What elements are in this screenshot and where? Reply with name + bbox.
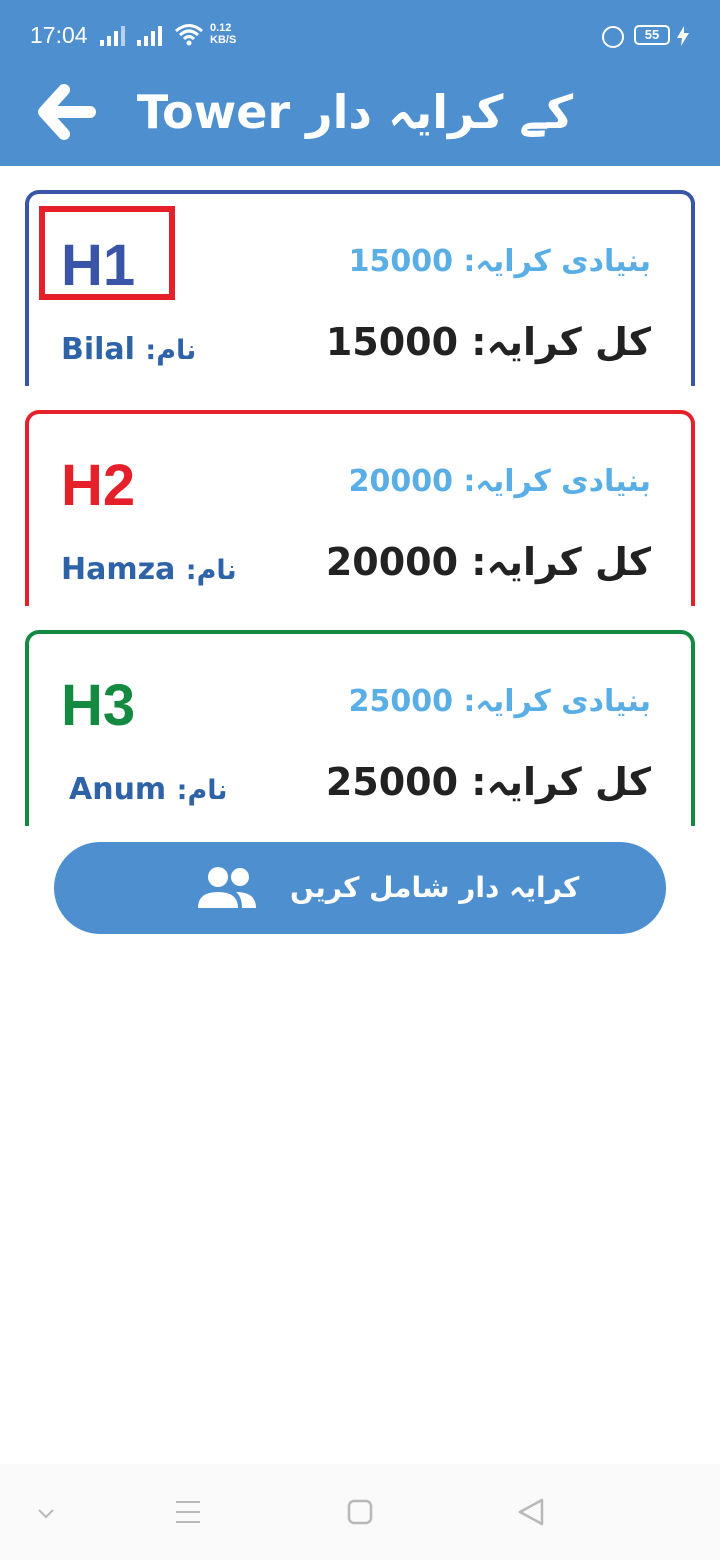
system-nav-bar — [0, 1464, 720, 1560]
people-icon — [198, 867, 256, 908]
name-label: نام: — [176, 775, 228, 806]
signal-icon — [137, 24, 163, 46]
name-label: نام: — [185, 555, 237, 586]
page-title: Tower کے کرایہ دار — [136, 85, 574, 139]
battery-icon: 55 — [634, 25, 670, 45]
unit-code: H3 — [61, 673, 136, 738]
signal-icon — [100, 24, 126, 46]
name-value: Bilal — [61, 332, 135, 367]
status-bar: 17:04 0.12 KB/S 55 — [0, 0, 720, 72]
menu-icon[interactable] — [168, 1494, 208, 1530]
back-arrow-icon[interactable] — [36, 80, 100, 144]
unit-code: H2 — [61, 453, 136, 518]
base-rent-label: بنیادی کرایہ: — [463, 244, 651, 279]
total-rent-label: کل کرایہ: — [471, 760, 651, 804]
notification-icon — [602, 26, 624, 48]
tenant-name: نام: Anum — [69, 772, 228, 807]
base-rent: بنیادی کرایہ: 25000 — [349, 684, 651, 719]
base-rent-value: 20000 — [348, 464, 453, 499]
total-rent: کل کرایہ: 20000 — [326, 540, 651, 584]
total-rent-value: 15000 — [325, 320, 459, 364]
total-rent-label: کل کرایہ: — [471, 540, 651, 584]
highlight-box — [39, 206, 175, 300]
app-bar: 17:04 0.12 KB/S 55 Tower کے کرایہ دار — [0, 0, 720, 166]
net-speed-value: 0.12 — [210, 22, 232, 34]
chevron-down-icon[interactable] — [26, 1494, 66, 1530]
tenant-name: نام: Bilal — [61, 332, 196, 367]
name-value: Anum — [69, 772, 167, 807]
base-rent-value: 25000 — [348, 684, 453, 719]
base-rent-value: 15000 — [348, 244, 453, 279]
name-label: نام: — [145, 335, 197, 366]
base-rent: بنیادی کرایہ: 20000 — [349, 464, 651, 499]
tenant-card-h2[interactable]: H2 بنیادی کرایہ: 20000 کل کرایہ: 20000 ن… — [25, 410, 695, 606]
home-square-icon[interactable] — [340, 1494, 380, 1530]
total-rent-value: 25000 — [325, 760, 459, 804]
back-triangle-icon[interactable] — [512, 1494, 552, 1530]
clock: 17:04 — [30, 22, 88, 48]
base-rent-label: بنیادی کرایہ: — [463, 464, 651, 499]
add-tenant-button[interactable]: کرایہ دار شامل کریں — [54, 842, 666, 934]
total-rent-value: 20000 — [325, 540, 459, 584]
tenant-name: نام: Hamza — [61, 552, 237, 587]
base-rent: بنیادی کرایہ: 15000 — [349, 244, 651, 279]
total-rent: کل کرایہ: 15000 — [326, 320, 651, 364]
total-rent-label: کل کرایہ: — [471, 320, 651, 364]
charging-icon — [677, 26, 689, 46]
net-speed-unit: KB/S — [210, 34, 237, 46]
net-speed: 0.12 KB/S — [210, 22, 236, 46]
tenant-card-h3[interactable]: H3 بنیادی کرایہ: 25000 کل کرایہ: 25000 ن… — [25, 630, 695, 826]
add-tenant-label: کرایہ دار شامل کریں — [290, 871, 580, 904]
total-rent: کل کرایہ: 25000 — [326, 760, 651, 804]
name-value: Hamza — [61, 552, 176, 587]
wifi-icon — [175, 24, 203, 46]
base-rent-label: بنیادی کرایہ: — [463, 684, 651, 719]
tenant-card-h1[interactable]: H1 بنیادی کرایہ: 15000 کل کرایہ: 15000 ن… — [25, 190, 695, 386]
